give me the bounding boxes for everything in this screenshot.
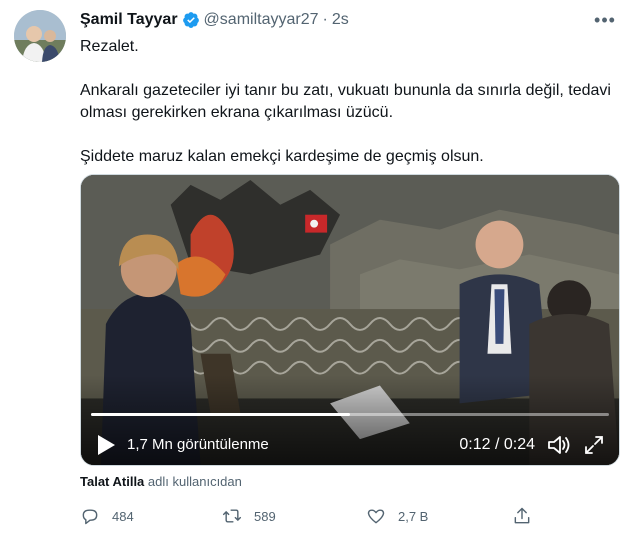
reply-count: 484	[112, 508, 134, 524]
tweet-text-paragraph-3: Şiddete maruz kalan emekçi kardeşime de …	[80, 148, 484, 165]
author-avatar[interactable]	[14, 10, 66, 62]
author-handle[interactable]: @samiltayyar27	[204, 11, 319, 29]
tweet-actions: 484 589 2,7 B	[80, 504, 540, 528]
more-options-icon[interactable]: •••	[590, 9, 620, 31]
reply-icon	[82, 509, 98, 525]
tweet-text-line-1: Rezalet.	[80, 38, 139, 55]
like-count: 2,7 B	[398, 508, 429, 524]
retweet-count: 589	[254, 508, 276, 524]
retweet-button[interactable]: 589	[222, 504, 276, 528]
attribution-suffix: adlı kullanıcıdan	[147, 474, 242, 489]
volume-icon[interactable]	[547, 434, 571, 456]
view-count: 1,7 Mn görüntülenme	[127, 436, 269, 453]
fullscreen-icon[interactable]	[583, 434, 605, 456]
verified-badge-icon	[182, 12, 199, 28]
heart-icon	[367, 509, 385, 524]
tweet-text-paragraph-2: Ankaralı gazeteciler iyi tanır bu zatı, …	[80, 82, 611, 121]
author-name[interactable]: Şamil Tayyar	[80, 11, 178, 29]
video-progress-bar[interactable]	[91, 413, 609, 416]
attribution-user[interactable]: Talat Atilla	[80, 474, 144, 489]
retweet-icon	[222, 509, 242, 523]
video-player[interactable]: 1,7 Mn görüntülenme 0:12 / 0:24	[80, 174, 620, 466]
separator-dot: ·	[322, 11, 328, 28]
video-progress-fill	[91, 413, 350, 416]
play-icon[interactable]	[95, 433, 117, 457]
reply-button[interactable]: 484	[80, 504, 134, 528]
tweet-header: Şamil Tayyar @samiltayyar27 · 2s •••	[80, 9, 624, 31]
avatar-image	[14, 10, 66, 62]
tweet-time[interactable]: 2s	[332, 11, 349, 29]
like-button[interactable]: 2,7 B	[366, 504, 428, 528]
media-attribution: Talat Atilla adlı kullanıcıdan	[80, 474, 242, 489]
video-duration: 0:12 / 0:24	[459, 436, 535, 453]
share-icon	[514, 507, 530, 524]
share-button[interactable]	[512, 504, 544, 528]
